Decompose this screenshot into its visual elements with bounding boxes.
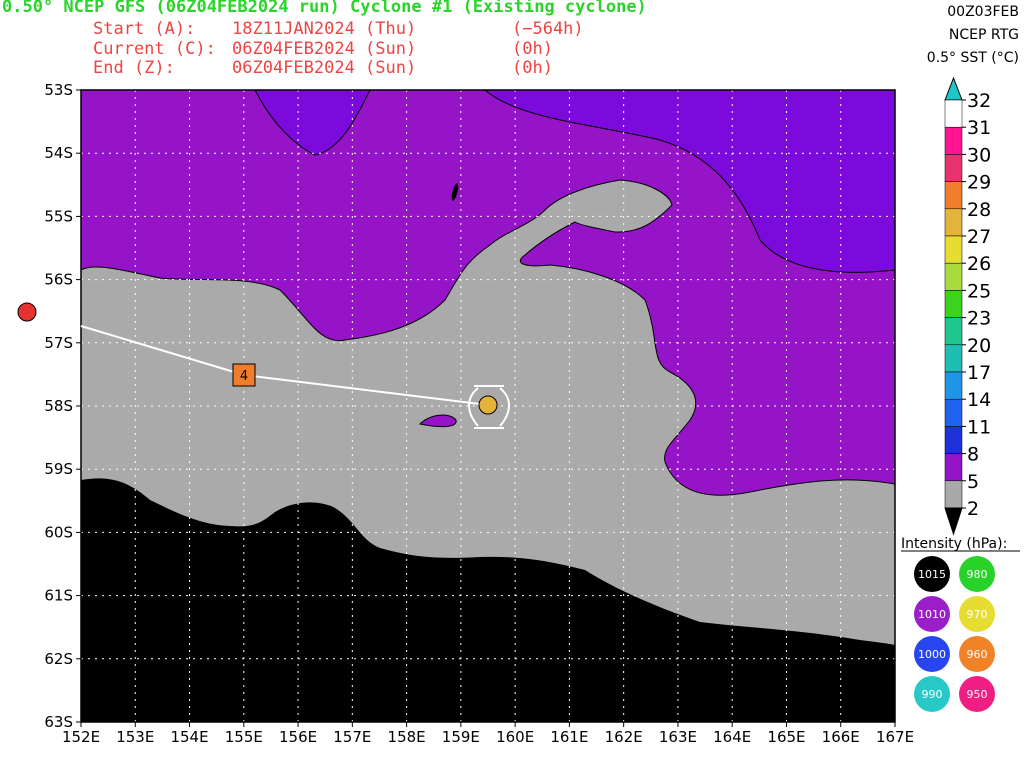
colorbar-label: 28 — [967, 199, 991, 221]
colorbar-top-arrow — [944, 76, 963, 101]
colorbar-swatch — [944, 290, 963, 318]
intensity-legend: 1015 980 1010 970 1000 960 990 950 — [914, 556, 995, 712]
colorbar-label: 32 — [967, 90, 991, 112]
colorbar-swatch — [944, 344, 963, 373]
colorbar-label: 27 — [967, 226, 991, 248]
lon-tick-label: 161E — [550, 728, 588, 746]
lat-tick-label: 60S — [44, 523, 73, 541]
intensity-bubble-label: 980 — [967, 568, 988, 581]
lon-tick-label: 167E — [876, 728, 914, 746]
longitude-axis: 152E 153E 154E 155E 156E 157E 158E 159E 160E 161E… — [62, 722, 914, 746]
colorbar-swatch — [944, 99, 963, 128]
intensity-bubble-label: 1010 — [918, 608, 946, 621]
lon-tick-label: 160E — [496, 728, 534, 746]
sst-colorbar: 32 31 30 29 28 27 26 25 23 20 17 14 11 8 5 2 — [944, 76, 991, 536]
colorbar-swatch — [944, 126, 963, 155]
lat-tick-label: 55S — [44, 207, 73, 225]
intensity-bubble-label: 1015 — [918, 568, 946, 581]
colorbar-label: 25 — [967, 280, 991, 302]
colorbar-bottom-arrow — [944, 507, 963, 536]
lon-tick-label: 153E — [116, 728, 154, 746]
colorbar-swatch — [944, 480, 963, 509]
colorbar-swatch — [944, 426, 963, 454]
colorbar-swatch — [944, 398, 963, 427]
colorbar-swatch — [944, 235, 963, 264]
colorbar-swatch — [944, 208, 963, 237]
lat-tick-label: 53S — [44, 81, 73, 99]
lat-tick-label: 57S — [44, 334, 73, 352]
lon-tick-label: 163E — [659, 728, 697, 746]
lat-tick-label: 62S — [44, 650, 73, 668]
colorbar-swatch — [944, 371, 963, 400]
lon-tick-label: 155E — [225, 728, 263, 746]
map-canvas: 53S54S55S56S57S58S59S60S61S62S63S 152E 15… — [17, 76, 1020, 746]
track-position-label: 4 — [240, 369, 248, 384]
colorbar-label: 31 — [967, 117, 991, 139]
intensity-legend-title: Intensity (hPa): — [901, 536, 1007, 552]
intensity-bubble-label: 960 — [967, 648, 988, 661]
intensity-bubble-label: 950 — [967, 688, 988, 701]
lon-tick-label: 157E — [333, 728, 371, 746]
lat-tick-label: 61S — [44, 587, 73, 605]
lat-tick-label: 58S — [44, 397, 73, 415]
lon-tick-label: 165E — [767, 728, 805, 746]
current-position-dot[interactable] — [478, 395, 498, 415]
colorbar-label: 23 — [967, 308, 991, 330]
colorbar-label: 8 — [967, 444, 979, 466]
lon-tick-label: 156E — [279, 728, 317, 746]
intensity-bubble-label: 990 — [922, 688, 943, 701]
colorbar-label: 26 — [967, 253, 991, 275]
colorbar-label: 11 — [967, 416, 991, 438]
colorbar-label: 17 — [967, 362, 991, 384]
colorbar-swatch — [944, 181, 963, 210]
colorbar-label: 2 — [967, 498, 979, 520]
intensity-bubble-label: 1000 — [918, 648, 946, 661]
colorbar-label: 30 — [967, 144, 991, 166]
lon-tick-label: 154E — [170, 728, 208, 746]
colorbar-swatch — [944, 154, 963, 182]
colorbar-label: 29 — [967, 172, 991, 194]
colorbar-label: 20 — [967, 335, 991, 357]
lon-tick-label: 152E — [62, 728, 100, 746]
latitude-axis: 53S54S55S56S57S58S59S60S61S62S63S — [44, 81, 81, 731]
lon-tick-label: 158E — [388, 728, 426, 746]
lon-tick-label: 166E — [822, 728, 860, 746]
lat-tick-label: 59S — [44, 460, 73, 478]
start-position-dot[interactable] — [17, 302, 37, 322]
lat-tick-label: 54S — [44, 144, 73, 162]
lat-tick-label: 56S — [44, 271, 73, 289]
colorbar-swatch — [944, 453, 963, 482]
lon-tick-label: 159E — [442, 728, 480, 746]
lon-tick-label: 164E — [713, 728, 751, 746]
colorbar-swatch — [944, 317, 963, 346]
colorbar-label: 14 — [967, 389, 991, 411]
colorbar-label: 5 — [967, 471, 979, 493]
intensity-bubble-label: 970 — [967, 608, 988, 621]
lon-tick-label: 162E — [605, 728, 643, 746]
colorbar-swatch — [944, 262, 963, 291]
